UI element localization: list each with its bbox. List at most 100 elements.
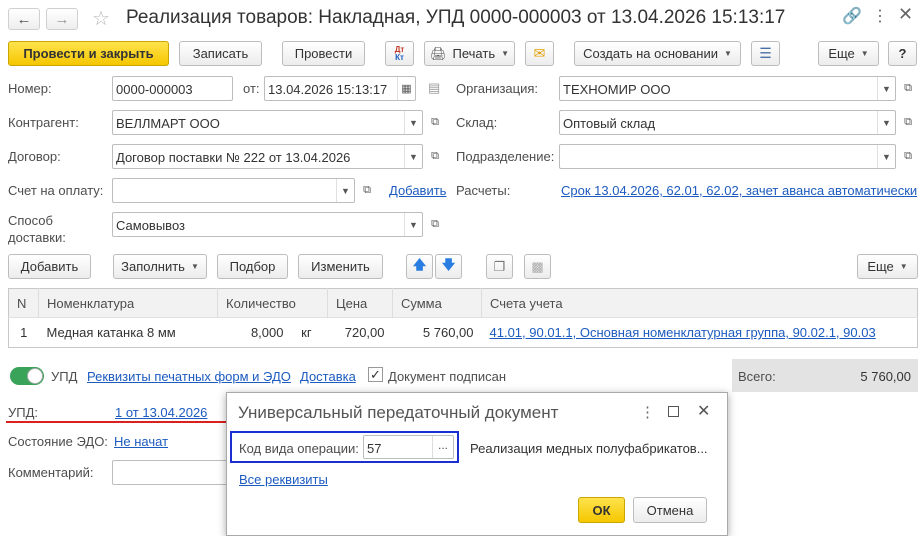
cancel-button[interactable]: Отмена: [633, 497, 707, 523]
row-accounts-link[interactable]: 41.01, 90.01.1, Основная номенклатурная …: [490, 325, 876, 340]
email-button[interactable]: ✉: [525, 41, 554, 66]
goods-table: N Номенклатура Количество Цена Сумма Сче…: [8, 288, 918, 348]
chevron-down-icon[interactable]: ▼: [877, 145, 895, 168]
chevron-down-icon[interactable]: ▼: [336, 179, 354, 202]
star-icon[interactable]: ☆: [92, 6, 110, 31]
select-ellipsis-button[interactable]: ...: [432, 436, 453, 458]
add-invoice-link[interactable]: Добавить: [389, 183, 446, 198]
chevron-down-icon[interactable]: ▼: [404, 111, 422, 134]
ok-button[interactable]: ОК: [578, 497, 625, 523]
op-code-field[interactable]: 57 ...: [363, 435, 454, 459]
invoice-field[interactable]: ▼: [112, 178, 355, 203]
move-down-button[interactable]: 🡇: [435, 254, 462, 279]
open-icon[interactable]: ⧉: [426, 213, 444, 236]
move-up-button[interactable]: 🡅: [406, 254, 433, 279]
row-price[interactable]: 720,00: [328, 318, 393, 348]
column-header[interactable]: Количество: [217, 288, 328, 318]
delivery-link[interactable]: Доставка: [300, 369, 356, 384]
create-based-button[interactable]: Создать на основании ▼: [574, 41, 741, 66]
column-header[interactable]: N: [8, 288, 39, 318]
requisites-link[interactable]: Реквизиты печатных форм и ЭДО: [87, 369, 291, 384]
back-button[interactable]: ←: [8, 8, 40, 30]
save-button[interactable]: Записать: [179, 41, 262, 66]
copy-button[interactable]: ❐: [486, 254, 513, 279]
signed-label: Документ подписан: [388, 369, 507, 384]
row-unit: кг: [301, 325, 312, 340]
warehouse-label: Склад:: [456, 115, 498, 130]
counterparty-value: ВЕЛЛМАРТ ООО: [116, 116, 220, 131]
row-accounts[interactable]: 41.01, 90.01.1, Основная номенклатурная …: [482, 318, 918, 348]
comment-field[interactable]: [112, 460, 242, 485]
signed-checkbox[interactable]: ✓: [368, 367, 383, 382]
settlements-label: Расчеты:: [456, 183, 511, 198]
more-vert-icon[interactable]: ⋮: [640, 403, 655, 421]
row-sum[interactable]: 5 760,00: [393, 318, 482, 348]
maximize-icon[interactable]: [668, 406, 679, 417]
select-button[interactable]: Подбор: [217, 254, 288, 279]
more-vert-icon[interactable]: ⋮: [872, 6, 888, 26]
division-field[interactable]: ▼: [559, 144, 896, 169]
paste-button[interactable]: ▩: [524, 254, 551, 279]
number-value: 0000-000003: [116, 82, 193, 97]
column-header[interactable]: Цена: [327, 288, 393, 318]
link-icon[interactable]: 🔗: [842, 6, 862, 26]
chevron-down-icon[interactable]: ▼: [404, 213, 422, 236]
close-icon[interactable]: ✕: [697, 401, 710, 421]
edo-state-link[interactable]: Не начат: [114, 434, 168, 449]
calendar-icon[interactable]: ▦: [397, 77, 415, 100]
warehouse-field[interactable]: Оптовый склад ▼: [559, 110, 896, 135]
all-requisites-link[interactable]: Все реквизиты: [239, 472, 328, 487]
add-row-button[interactable]: Добавить: [8, 254, 91, 279]
settlements-link[interactable]: Срок 13.04.2026, 62.01, 62.02, зачет ава…: [561, 183, 917, 198]
dt-kt-button[interactable]: Дт Кт: [385, 41, 414, 66]
row-quantity[interactable]: 8,000 кг: [218, 318, 328, 348]
forward-button[interactable]: →: [46, 8, 78, 30]
open-icon[interactable]: ⧉: [426, 145, 444, 168]
print-button[interactable]: 🖨 Печать ▼: [424, 41, 515, 66]
more-label: Еще: [828, 46, 855, 61]
op-code-description: Реализация медных полуфабрикатов...: [470, 441, 708, 456]
upd-toggle-label: УПД: [51, 369, 78, 384]
chevron-down-icon[interactable]: ▼: [877, 77, 895, 100]
post-button[interactable]: Провести: [282, 41, 365, 66]
envelope-icon: ✉: [533, 45, 546, 61]
table-row[interactable]: 1 Медная катанка 8 мм 8,000 кг 720,00 5 …: [8, 317, 918, 348]
delivery-field[interactable]: Самовывоз ▼: [112, 212, 423, 237]
date-field[interactable]: 13.04.2026 15:13:17 ▦: [264, 76, 416, 101]
counterparty-field[interactable]: ВЕЛЛМАРТ ООО ▼: [112, 110, 423, 135]
dt-kt-icon: Дт Кт: [394, 44, 405, 62]
row-number: 1: [20, 325, 28, 340]
open-icon[interactable]: ⧉: [899, 77, 917, 100]
open-icon[interactable]: ⧉: [358, 179, 376, 202]
more-button[interactable]: Еще ▼: [818, 41, 879, 66]
fill-button[interactable]: Заполнить ▼: [113, 254, 207, 279]
column-header[interactable]: Номенклатура: [38, 288, 218, 318]
change-button[interactable]: Изменить: [298, 254, 383, 279]
report-button[interactable]: ☰: [751, 41, 780, 66]
chevron-down-icon[interactable]: ▼: [404, 145, 422, 168]
table-more-button[interactable]: Еще ▼: [857, 254, 918, 279]
open-icon[interactable]: ⧉: [899, 145, 917, 168]
edo-state-label: Состояние ЭДО:: [8, 434, 108, 449]
upd-toggle[interactable]: [10, 367, 44, 385]
number-field[interactable]: 0000-000003: [112, 76, 233, 101]
organization-field[interactable]: ТЕХНОМИР ООО ▼: [559, 76, 896, 101]
column-header[interactable]: Сумма: [392, 288, 482, 318]
chevron-down-icon: ▼: [899, 262, 908, 271]
open-icon[interactable]: ⧉: [899, 111, 917, 134]
contract-field[interactable]: Договор поставки № 222 от 13.04.2026 ▼: [112, 144, 423, 169]
open-icon[interactable]: ⧉: [426, 111, 444, 134]
document-history-icon[interactable]: ▤: [428, 80, 440, 96]
arrow-up-icon: 🡅: [412, 256, 427, 272]
organization-label: Организация:: [456, 81, 539, 96]
chevron-down-icon[interactable]: ▼: [877, 111, 895, 134]
column-header[interactable]: Счета учета: [482, 289, 918, 318]
close-icon[interactable]: ✕: [898, 4, 913, 25]
print-label: Печать: [452, 46, 496, 61]
printer-icon: 🖨: [429, 45, 447, 61]
post-and-close-button[interactable]: Провести и закрыть: [8, 41, 169, 66]
red-underline: [6, 421, 236, 423]
help-button[interactable]: ?: [888, 41, 917, 66]
upd-link[interactable]: 1 от 13.04.2026: [115, 405, 207, 420]
row-item[interactable]: Медная катанка 8 мм: [39, 318, 218, 348]
